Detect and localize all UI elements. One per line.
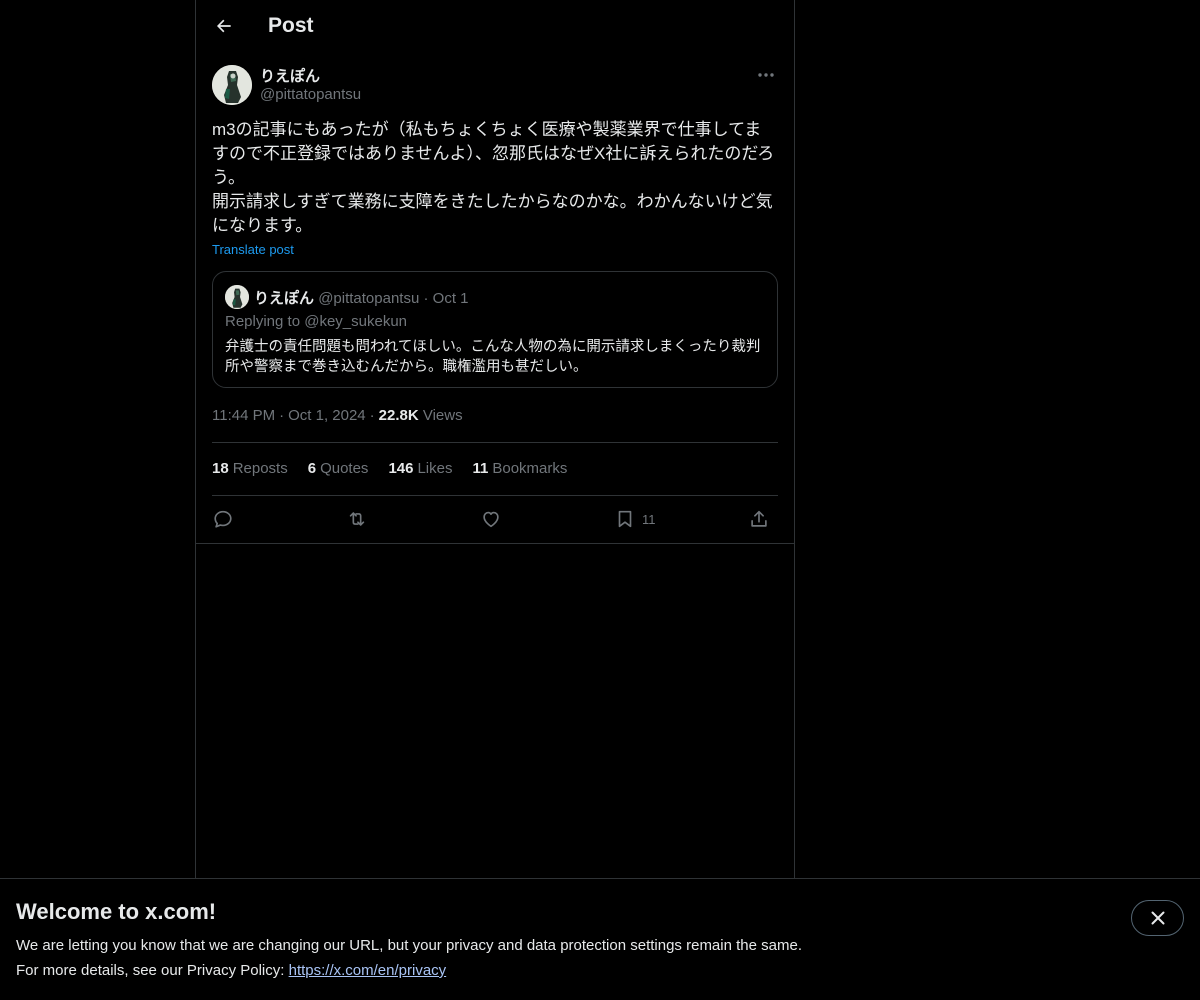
bookmarks-stat[interactable]: 11 Bookmarks bbox=[473, 460, 568, 477]
heart-icon bbox=[483, 511, 499, 528]
divider bbox=[212, 495, 778, 496]
reply-icon bbox=[214, 510, 232, 528]
quotes-label: Quotes bbox=[320, 460, 369, 477]
privacy-policy-link[interactable]: https://x.com/en/privacy bbox=[289, 962, 447, 979]
action-bar: 11 bbox=[212, 506, 778, 532]
share-icon bbox=[751, 510, 767, 527]
post-text: m3の記事にもあったが（私もちょくちょく医療や製薬業界で仕事してますので不正登録… bbox=[212, 120, 775, 235]
post-stats: 18 Reposts 6 Quotes 146 Likes 11 Bookmarks bbox=[212, 460, 567, 477]
post-time[interactable]: 11:44 PM bbox=[212, 407, 275, 424]
close-banner-button[interactable] bbox=[1131, 900, 1184, 936]
reply-button[interactable] bbox=[212, 506, 234, 532]
reposts-count: 18 bbox=[212, 460, 229, 477]
quoted-date: Oct 1 bbox=[432, 290, 469, 307]
share-button[interactable] bbox=[748, 506, 770, 532]
repost-button[interactable] bbox=[346, 506, 368, 532]
quotes-stat[interactable]: 6 Quotes bbox=[308, 460, 369, 477]
page-title: Post bbox=[268, 14, 314, 37]
close-icon bbox=[1151, 911, 1164, 925]
arrow-left-icon bbox=[217, 19, 231, 33]
quotes-count: 6 bbox=[307, 460, 317, 477]
likes-count: 146 bbox=[388, 460, 414, 477]
main-column: Post りえぽん @pittatopantsu m3の記事にもあったが（私もち… bbox=[195, 0, 795, 878]
views-count: 22.8K bbox=[378, 407, 419, 424]
divider bbox=[212, 442, 778, 443]
post-meta: 11:44 PM · Oct 1, 2024 · 22.8K Views bbox=[212, 407, 463, 424]
post-date[interactable]: Oct 1, 2024 bbox=[288, 407, 366, 424]
repost-icon bbox=[349, 512, 365, 526]
post-author: りえぽん @pittatopantsu bbox=[212, 64, 778, 108]
replying-to-link[interactable]: @key_sukekun bbox=[304, 313, 407, 330]
divider bbox=[196, 543, 794, 544]
quoted-text: 弁護士の責任問題も問われてほしい。こんな人物の為に開示請求しまくったり裁判所や警… bbox=[225, 339, 761, 375]
bookmark-icon bbox=[618, 510, 632, 528]
bookmark-button[interactable]: 11 bbox=[614, 506, 656, 532]
likes-stat[interactable]: 146 Likes bbox=[388, 460, 452, 477]
more-options-button[interactable] bbox=[754, 64, 778, 86]
quoted-post[interactable]: りえぽん @pittatopantsu · Oct 1 Replying to … bbox=[212, 271, 778, 388]
replying-label: Replying to bbox=[225, 313, 301, 330]
url-change-banner: Welcome to x.com! We are letting you kno… bbox=[0, 878, 1200, 1000]
like-button[interactable] bbox=[480, 506, 502, 532]
likes-label: Likes bbox=[417, 460, 453, 477]
quoted-author-name: りえぽん bbox=[254, 290, 315, 307]
reposts-stat[interactable]: 18 Reposts bbox=[212, 460, 288, 477]
quoted-replying-to: Replying to @key_sukekun bbox=[225, 313, 407, 330]
translate-post-link[interactable]: Translate post bbox=[212, 242, 294, 257]
more-dots-icon bbox=[758, 73, 774, 77]
separator-dot: · bbox=[279, 407, 285, 424]
banner-message: We are letting you know that we are chan… bbox=[16, 937, 802, 954]
author-name[interactable]: りえぽん bbox=[260, 65, 320, 86]
bookmarks-count: 11 bbox=[472, 460, 489, 477]
bookmark-count: 11 bbox=[642, 511, 656, 527]
reposts-label: Reposts bbox=[232, 460, 288, 477]
banner-title: Welcome to x.com! bbox=[16, 899, 217, 924]
bookmarks-label: Bookmarks bbox=[492, 460, 568, 477]
separator-dot: · bbox=[423, 290, 433, 307]
banner-details: For more details, see our Privacy Policy… bbox=[16, 962, 446, 979]
quoted-header: りえぽん @pittatopantsu · Oct 1 bbox=[254, 287, 469, 308]
quoted-author-handle: @pittatopantsu bbox=[318, 290, 420, 307]
banner-details-text: For more details, see our Privacy Policy… bbox=[16, 962, 285, 979]
quoted-avatar bbox=[225, 285, 249, 309]
views-label: Views bbox=[422, 407, 463, 424]
back-button[interactable] bbox=[206, 8, 242, 44]
page-header: Post bbox=[196, 0, 794, 54]
avatar[interactable] bbox=[212, 65, 252, 105]
avatar-figure-icon bbox=[225, 285, 249, 309]
avatar-figure-icon bbox=[212, 65, 252, 105]
separator-dot: · bbox=[369, 407, 375, 424]
author-handle[interactable]: @pittatopantsu bbox=[260, 86, 361, 103]
